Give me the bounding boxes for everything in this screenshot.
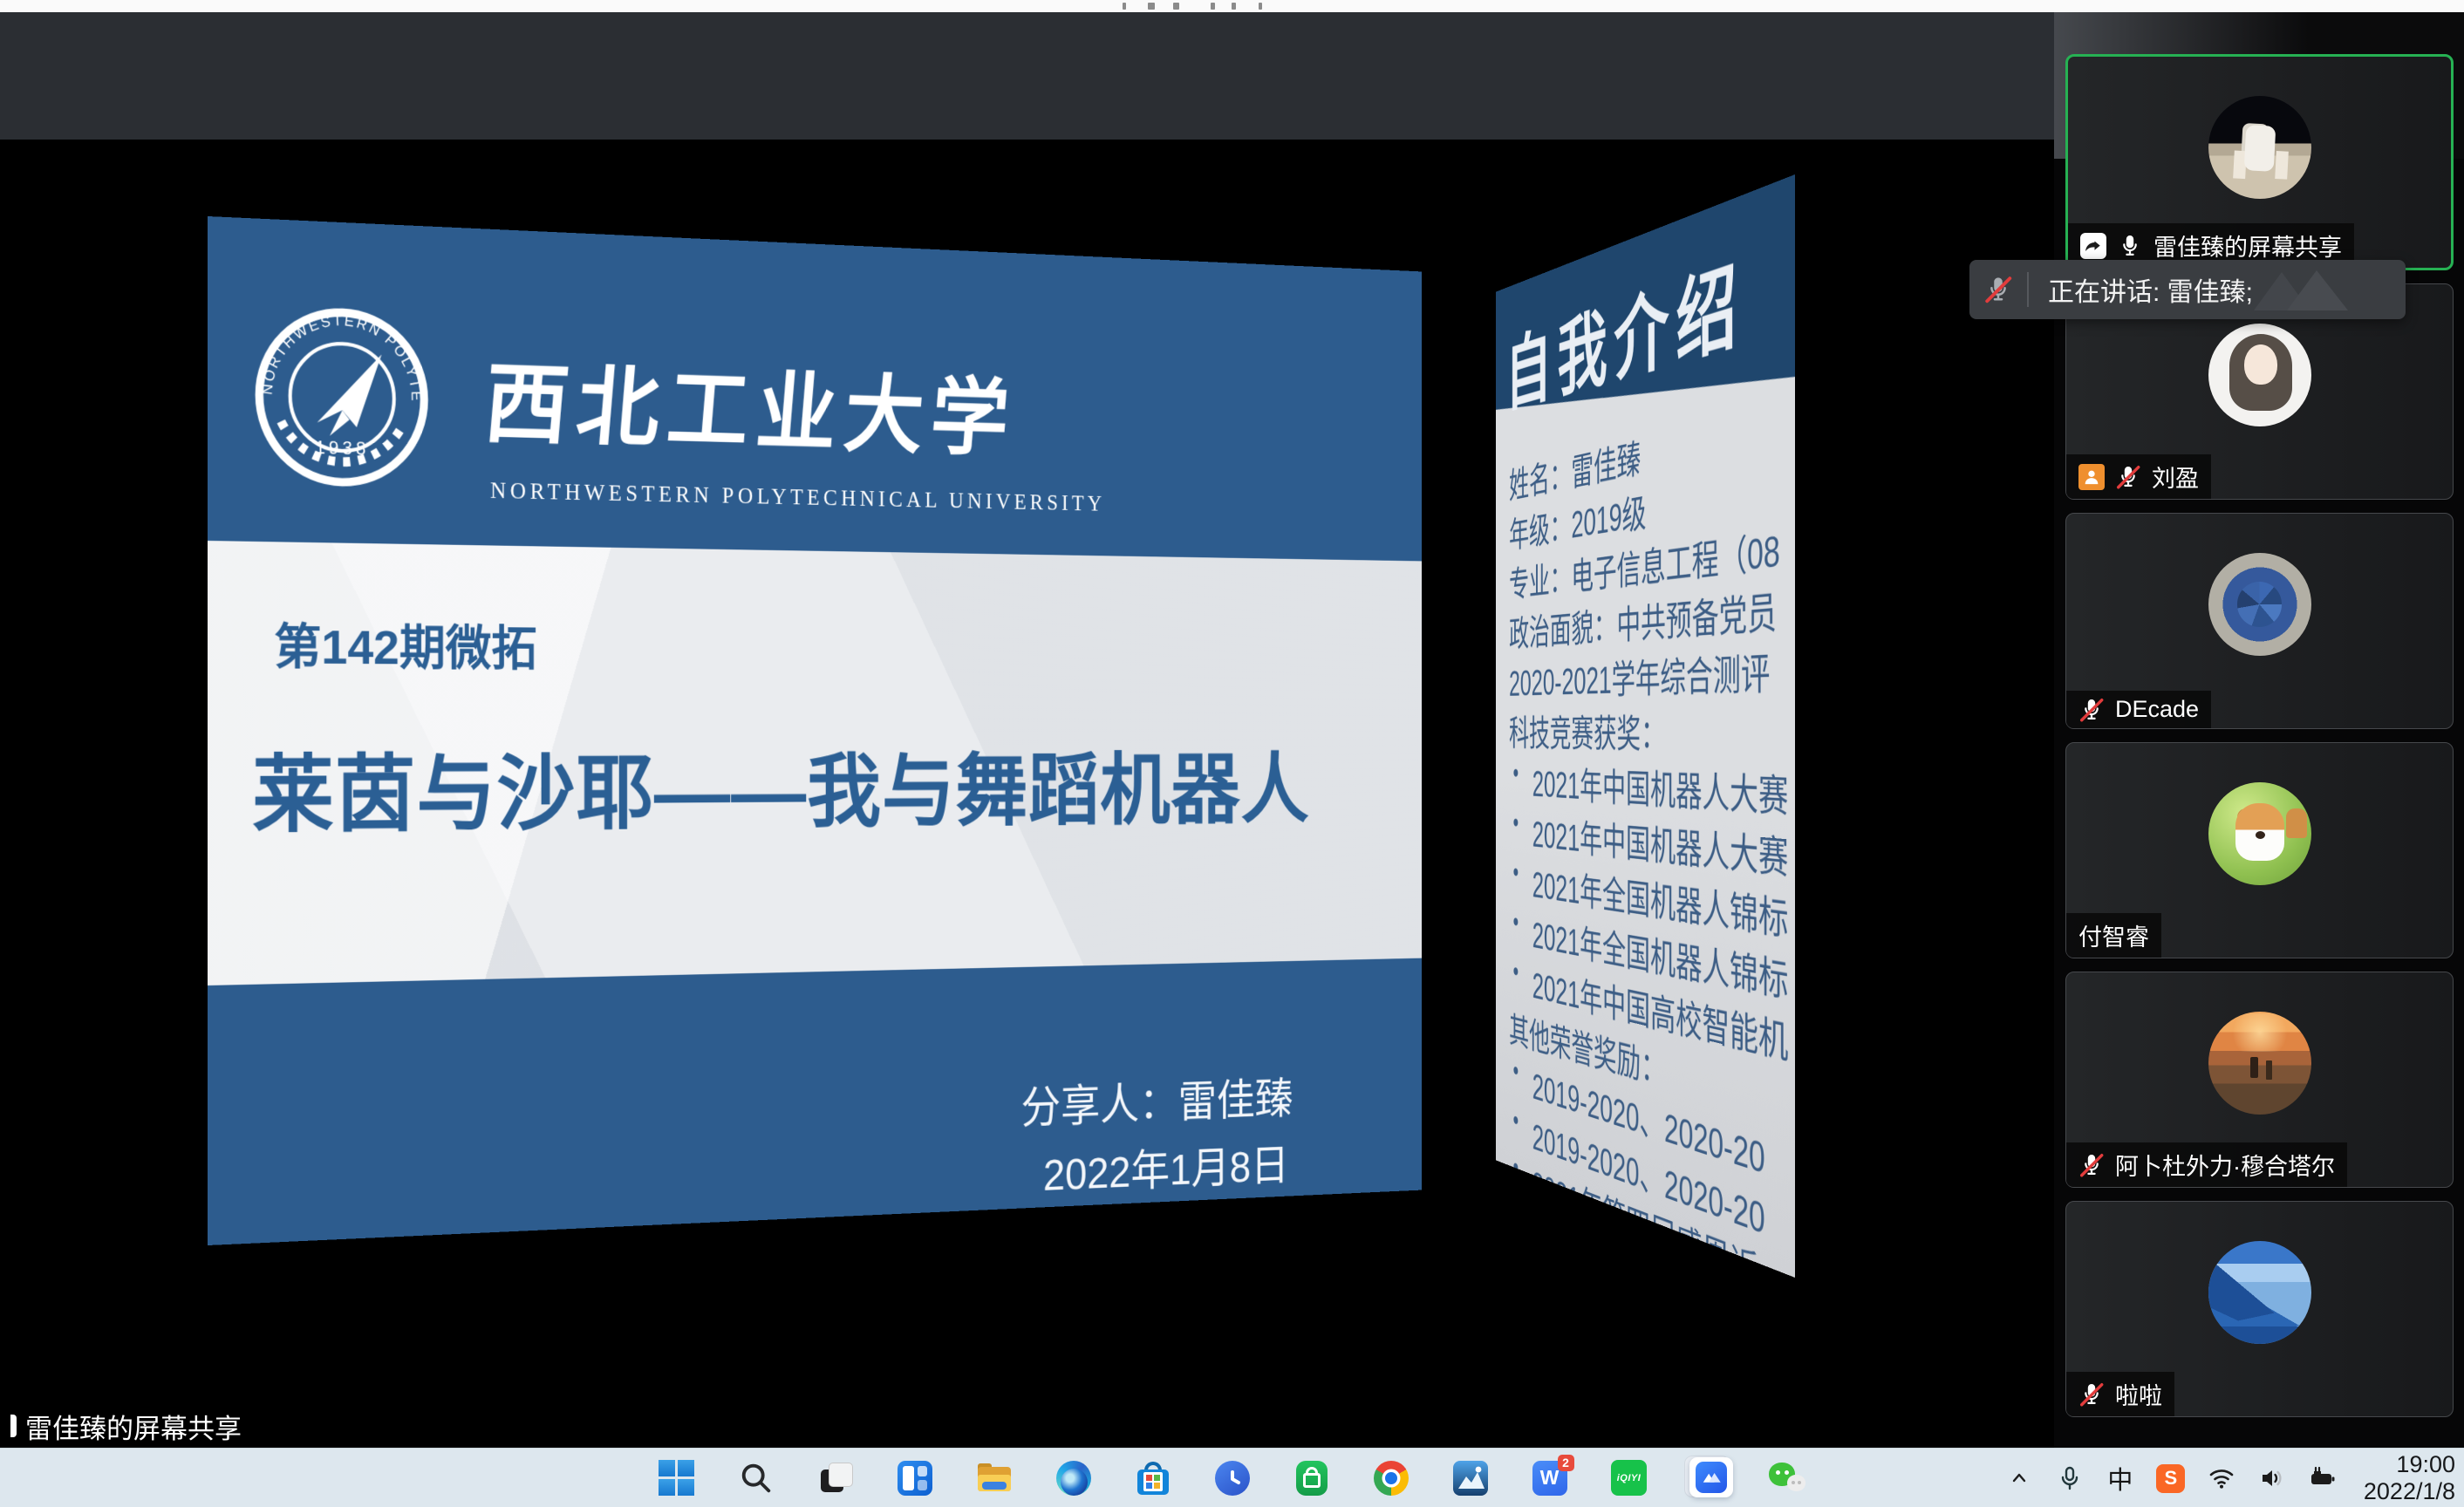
iqiyi-icon[interactable]: iQIYI bbox=[1610, 1459, 1648, 1497]
avatar bbox=[2208, 96, 2311, 199]
npu-logo-seal: NORTHWESTERN POLYTECHNICAL UNIVERSITY 19… bbox=[252, 302, 431, 492]
speaking-toast: 正在讲话: 雷佳臻; bbox=[1969, 260, 2406, 319]
system-tray: 中 S 19:00 2022/1/8 bbox=[2004, 1449, 2455, 1507]
slide-title: 莱茵与沙耶——我与舞蹈机器人 bbox=[252, 726, 1310, 848]
meeting-watermark-logo bbox=[2245, 265, 2367, 314]
mic-muted-icon bbox=[2078, 1381, 2105, 1408]
mic-muted-icon bbox=[1983, 275, 2013, 304]
controlbar-fragment bbox=[1173, 3, 1179, 10]
chrome-browser-icon[interactable] bbox=[1372, 1459, 1410, 1497]
participant-label: 啦啦 bbox=[2066, 1372, 2174, 1416]
participant-label: DEcade bbox=[2066, 691, 2211, 728]
edge-browser-icon[interactable] bbox=[1055, 1459, 1093, 1497]
controlbar-fragment bbox=[1259, 3, 1262, 10]
toast-divider bbox=[2027, 272, 2029, 307]
participant-tile-sharer[interactable]: 雷佳臻的屏幕共享 bbox=[2065, 54, 2454, 270]
volume-icon[interactable] bbox=[2257, 1463, 2287, 1493]
participant-name: 啦啦 bbox=[2115, 1377, 2162, 1411]
clipped-icon bbox=[10, 1415, 17, 1437]
member-badge-icon bbox=[2078, 464, 2105, 490]
file-explorer-icon[interactable] bbox=[975, 1459, 1014, 1497]
photos-app-icon[interactable] bbox=[1451, 1459, 1490, 1497]
presenter-line: 分享人：雷佳臻 bbox=[1021, 1063, 1293, 1135]
tray-clock[interactable]: 19:00 2022/1/8 bbox=[2358, 1451, 2455, 1505]
meeting-window: NORTHWESTERN POLYTECHNICAL UNIVERSITY 19… bbox=[0, 0, 2464, 1507]
tray-chevron-up-icon[interactable] bbox=[2004, 1463, 2034, 1493]
participant-label: 付智睿 bbox=[2066, 913, 2161, 958]
shared-screen-area: NORTHWESTERN POLYTECHNICAL UNIVERSITY 19… bbox=[0, 12, 2054, 1448]
participant-label: 刘盈 bbox=[2066, 454, 2211, 499]
wps-office-icon[interactable]: W 2 bbox=[1531, 1459, 1569, 1497]
windows-taskbar: W 2 iQIYI 中 bbox=[0, 1448, 2464, 1507]
app-store-green-icon[interactable] bbox=[1293, 1459, 1331, 1497]
participant-name: DEcade bbox=[2115, 696, 2199, 723]
clipped-floating-controlbar bbox=[0, 0, 2464, 12]
avatar bbox=[2208, 1241, 2311, 1344]
task-view-icon[interactable] bbox=[816, 1459, 855, 1497]
tray-time: 19:00 bbox=[2396, 1451, 2455, 1477]
widgets-icon[interactable] bbox=[896, 1459, 934, 1497]
avatar bbox=[2208, 782, 2311, 885]
lecture-series-label: 第142期微拓 bbox=[274, 608, 536, 679]
taskbar-icons: W 2 iQIYI bbox=[658, 1459, 1807, 1497]
wps-badge: 2 bbox=[1558, 1455, 1574, 1471]
intro-line: 科技竞赛获奖： bbox=[1509, 703, 1666, 760]
university-name-en: NORTHWESTERN POLYTECHNICAL UNIVERSITY bbox=[490, 477, 1105, 516]
screen-share-status-label: 雷佳臻的屏幕共享 bbox=[0, 1406, 257, 1446]
wifi-icon[interactable] bbox=[2207, 1463, 2236, 1493]
controlbar-fragment bbox=[1232, 3, 1236, 10]
participant-name: 付智睿 bbox=[2078, 918, 2149, 952]
slide-title-page: NORTHWESTERN POLYTECHNICAL UNIVERSITY 19… bbox=[208, 216, 1422, 1245]
participant-tile[interactable]: 阿卜杜外力·穆合塔尔 bbox=[2065, 972, 2454, 1188]
wechat-icon[interactable] bbox=[1769, 1459, 1807, 1497]
avatar bbox=[2208, 1012, 2311, 1115]
mic-on-icon bbox=[2117, 233, 2143, 259]
ime-language-indicator[interactable]: 中 bbox=[2106, 1463, 2135, 1493]
tray-microphone-icon[interactable] bbox=[2055, 1463, 2085, 1493]
logo-year: 1938 bbox=[315, 438, 369, 459]
paper-plane-icon bbox=[317, 352, 382, 428]
mic-muted-icon bbox=[2078, 1152, 2105, 1178]
tray-date: 2022/1/8 bbox=[2364, 1478, 2455, 1504]
participants-sidebar[interactable]: 雷佳臻的屏幕共享 刘盈 DEcade bbox=[2054, 12, 2464, 1448]
screen-share-icon bbox=[2080, 233, 2106, 259]
presentation-chrome-band bbox=[0, 12, 2054, 140]
tencent-meeting-icon-active[interactable] bbox=[1689, 1459, 1728, 1497]
controlbar-fragment bbox=[1148, 3, 1155, 10]
participant-label: 阿卜杜外力·穆合塔尔 bbox=[2066, 1142, 2347, 1187]
avatar bbox=[2208, 324, 2311, 426]
participant-name: 雷佳臻的屏幕共享 bbox=[2153, 228, 2342, 263]
clock-app-icon[interactable] bbox=[1213, 1459, 1252, 1497]
avatar bbox=[2208, 553, 2311, 656]
university-name-cn: 西北工业大学 bbox=[480, 331, 1021, 473]
search-icon[interactable] bbox=[737, 1459, 775, 1497]
battery-charging-icon[interactable] bbox=[2308, 1463, 2338, 1493]
participant-tile[interactable]: DEcade bbox=[2065, 513, 2454, 729]
mic-muted-icon bbox=[2115, 464, 2141, 490]
date-line: 2022年1月8日 bbox=[1043, 1130, 1289, 1204]
participant-tile[interactable]: 付智睿 bbox=[2065, 742, 2454, 958]
mic-muted-icon bbox=[2078, 697, 2105, 723]
participant-tile[interactable]: 啦啦 bbox=[2065, 1201, 2454, 1417]
start-button[interactable] bbox=[658, 1459, 696, 1497]
logo-ring-text: NORTHWESTERN POLYTECHNICAL UNIVERSITY bbox=[252, 302, 425, 404]
speaking-toast-text: 正在讲话: 雷佳臻; bbox=[2048, 270, 2253, 309]
sogou-input-icon[interactable]: S bbox=[2156, 1463, 2186, 1493]
svg-text:NORTHWESTERN POLYTECHNICAL UNI: NORTHWESTERN POLYTECHNICAL UNIVERSITY bbox=[252, 302, 425, 404]
participant-name: 刘盈 bbox=[2152, 460, 2199, 494]
screen-share-status-text: 雷佳臻的屏幕共享 bbox=[25, 1407, 242, 1446]
controlbar-fragment bbox=[1211, 3, 1215, 10]
participant-name: 阿卜杜外力·穆合塔尔 bbox=[2115, 1148, 2335, 1182]
controlbar-fragment bbox=[1123, 3, 1126, 10]
microsoft-store-icon[interactable] bbox=[1134, 1459, 1172, 1497]
slide-self-intro-page: 自我介绍 姓名：雷佳臻 年级：2019级 专业：电子信息工程（08 政治面貌：中… bbox=[1496, 174, 1795, 1278]
